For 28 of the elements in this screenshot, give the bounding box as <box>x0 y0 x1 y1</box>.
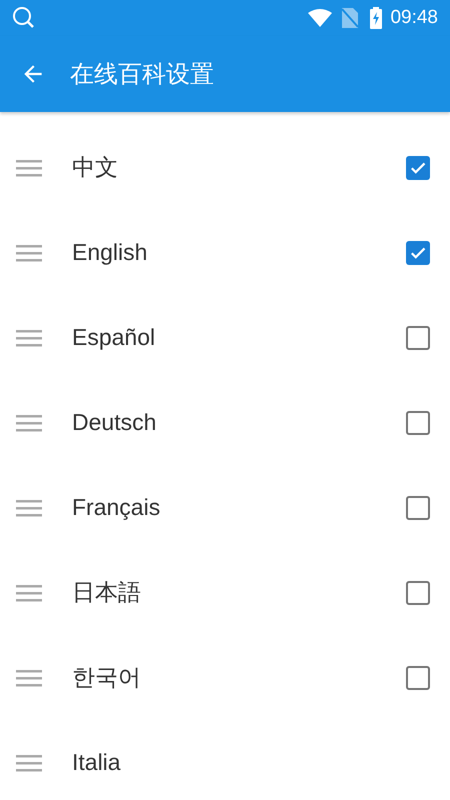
checkbox[interactable] <box>406 580 430 604</box>
checkbox[interactable] <box>406 666 430 690</box>
checkbox[interactable] <box>406 410 430 434</box>
drag-handle-icon[interactable] <box>16 244 42 262</box>
battery-charging-icon <box>370 7 382 29</box>
language-label: Deutsch <box>72 409 158 436</box>
drag-handle-icon[interactable] <box>16 158 42 176</box>
wifi-icon <box>308 9 332 27</box>
drag-handle-icon[interactable] <box>16 414 42 432</box>
language-label: 한국어 <box>72 663 142 692</box>
language-label: 日本語 <box>72 578 142 607</box>
drag-handle-icon[interactable] <box>16 328 42 346</box>
checkbox[interactable] <box>406 240 430 264</box>
status-time: 09:48 <box>390 7 438 29</box>
no-sim-icon <box>342 8 358 28</box>
language-label: Español <box>72 324 156 351</box>
checkbox[interactable] <box>406 156 430 180</box>
drag-handle-icon[interactable] <box>16 754 42 772</box>
language-label: Italia <box>72 749 122 776</box>
drag-handle-icon[interactable] <box>16 668 42 686</box>
checkbox[interactable] <box>406 496 430 520</box>
drag-handle-icon[interactable] <box>16 498 42 516</box>
drag-handle-icon[interactable] <box>16 584 42 602</box>
language-label: English <box>72 239 148 266</box>
language-label: Français <box>72 494 162 521</box>
screen-title: 在线百科设置 <box>70 60 214 90</box>
language-label: 中文 <box>72 153 119 182</box>
checkbox[interactable] <box>406 326 430 350</box>
